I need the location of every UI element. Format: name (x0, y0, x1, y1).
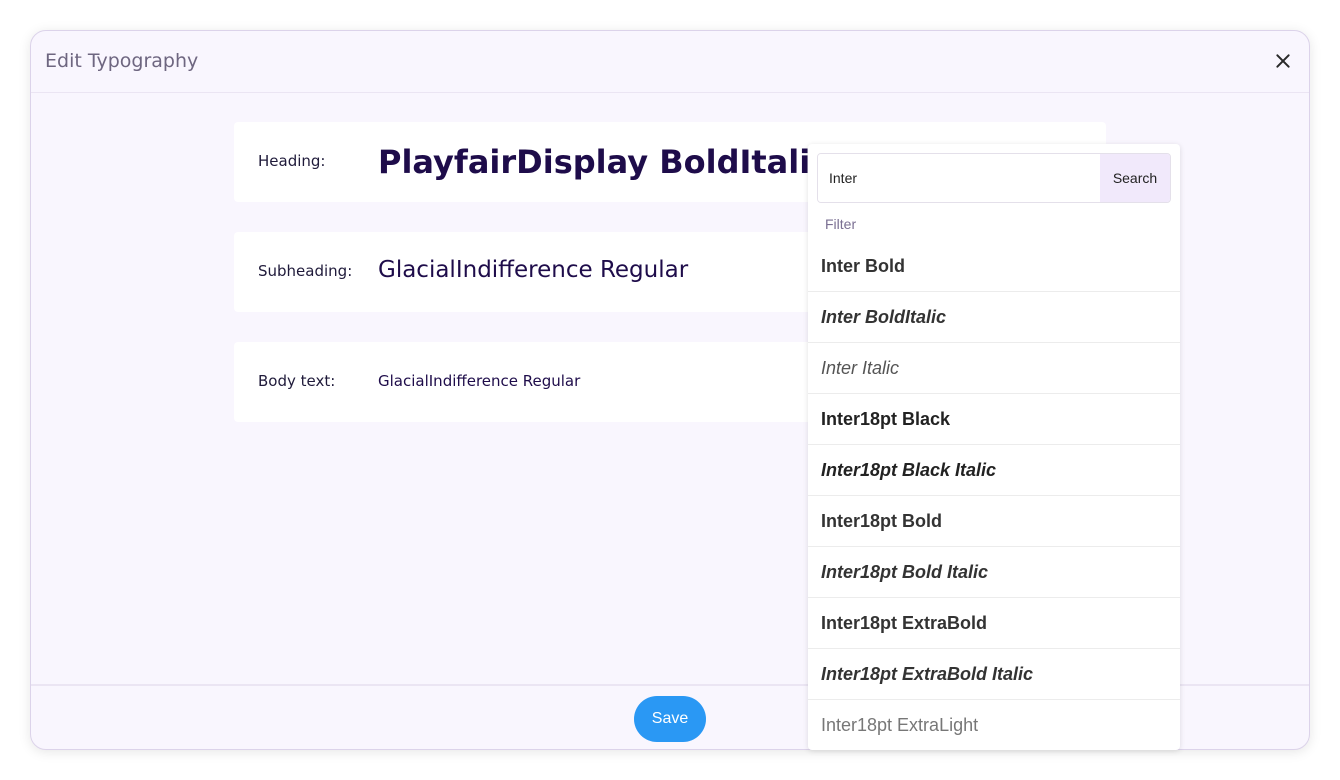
font-option[interactable]: Inter BoldItalic (808, 292, 1180, 343)
body-text-font-value[interactable]: GlacialIndifference Regular (378, 372, 580, 390)
font-option[interactable]: Inter Italic (808, 343, 1180, 394)
font-option[interactable]: Inter18pt ExtraLight (808, 700, 1180, 750)
close-icon[interactable] (1271, 49, 1295, 73)
font-option[interactable]: Inter18pt ExtraBold (808, 598, 1180, 649)
font-option[interactable]: Inter18pt Bold (808, 496, 1180, 547)
font-option[interactable]: Inter18pt Bold Italic (808, 547, 1180, 598)
font-option[interactable]: Inter18pt Black Italic (808, 445, 1180, 496)
font-search-input[interactable] (818, 154, 1101, 202)
modal-title: Edit Typography (45, 50, 199, 72)
heading-label: Heading: (258, 152, 326, 170)
body-text-label: Body text: (258, 372, 336, 390)
font-option[interactable]: Inter18pt ExtraBold Italic (808, 649, 1180, 700)
subheading-label: Subheading: (258, 262, 353, 280)
heading-font-value[interactable]: PlayfairDisplay BoldItalic (378, 143, 829, 181)
modal-header: Edit Typography (31, 31, 1309, 93)
font-picker-dropdown: Search Filter Inter Bold Inter BoldItali… (808, 144, 1180, 750)
search-button[interactable]: Search (1100, 154, 1170, 202)
save-button[interactable]: Save (634, 696, 706, 742)
subheading-font-value[interactable]: GlacialIndifference Regular (378, 257, 688, 283)
font-list: Inter Bold Inter BoldItalic Inter Italic… (808, 241, 1180, 750)
font-option[interactable]: Inter Bold (808, 241, 1180, 292)
font-option[interactable]: Inter18pt Black (808, 394, 1180, 445)
font-search-box: Search (817, 153, 1171, 203)
filter-label: Filter (825, 216, 857, 232)
